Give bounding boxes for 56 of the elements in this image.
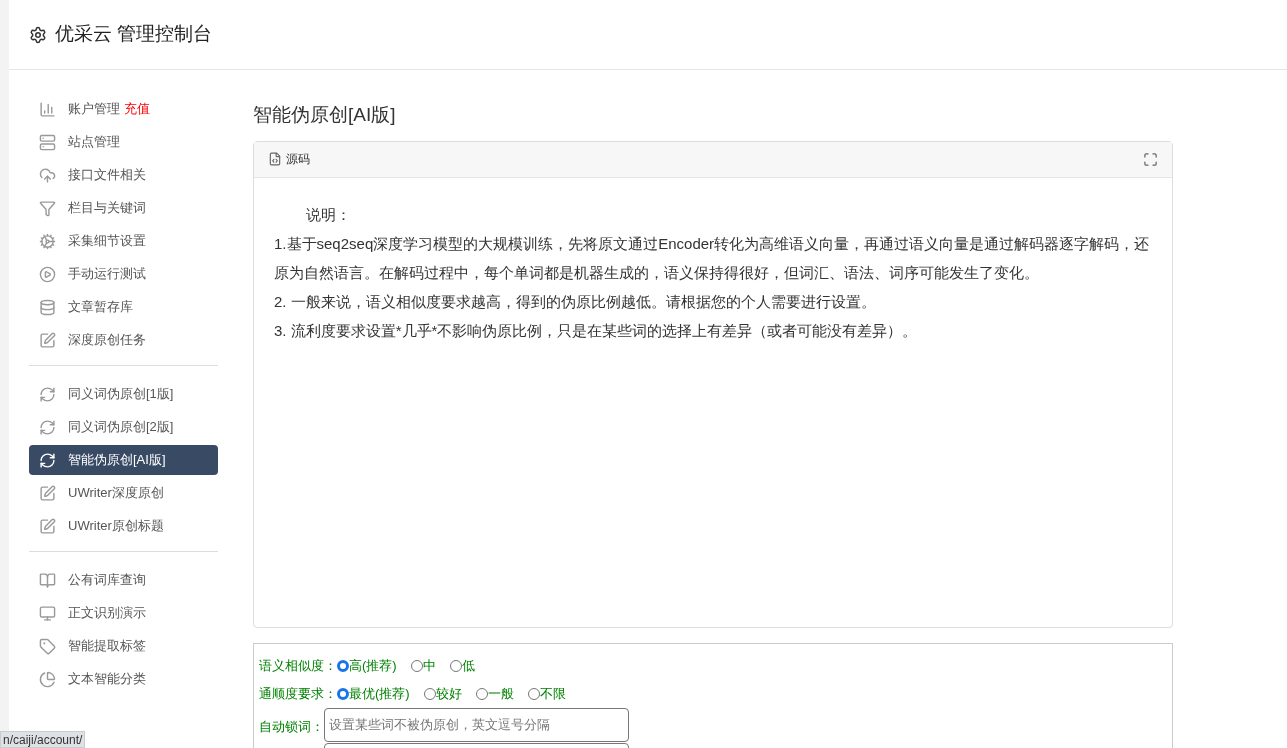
radio-option[interactable]: 较好 — [423, 683, 462, 704]
source-button[interactable]: 源码 — [268, 150, 310, 168]
radio-option[interactable]: 不限 — [527, 683, 566, 704]
sidebar-item[interactable]: 账户管理 充值 — [29, 94, 218, 124]
sidebar-item[interactable]: 采集细节设置 — [29, 226, 218, 256]
sidebar-item[interactable]: 智能提取标签 — [29, 631, 218, 661]
description-text: 说明： — [305, 204, 352, 225]
radio-option[interactable]: 中 — [410, 655, 436, 676]
database-icon — [39, 298, 56, 316]
sidebar-item[interactable]: 同义词伪原创[2版] — [29, 412, 218, 442]
sidebar-item[interactable]: 文本智能分类 — [29, 664, 218, 694]
radio-option[interactable]: 高(推荐) — [337, 655, 397, 676]
radio-option[interactable]: 最优(推荐) — [337, 683, 410, 704]
description-text: 3. 流利度要求设置*几乎*不影响伪原比例，只是在某些词的选择上有差异（或者可能没有差异）。 — [274, 320, 919, 341]
sidebar-item[interactable]: 深度原创任务 — [29, 325, 218, 355]
sidebar-item[interactable]: UWriter原创标题 — [29, 511, 218, 541]
code-file-icon — [268, 152, 282, 166]
refresh-icon — [39, 385, 56, 403]
refresh-icon — [39, 418, 56, 436]
description-text: 1.基于seq2seq深度学习模型的大规模训练，先将原文通过Encoder转化为高维语义向量，再通过语义向量是通过解码器逐字解码，还原为自然语言。在解码过程中，每个单词都是机器生成的，语义保持得很好，但词汇、语法、词序可能发生了变化。 — [274, 233, 1151, 283]
field-label: 通顺度要求： — [259, 684, 337, 703]
field-label: 自动锁词： — [259, 717, 324, 736]
bar-chart-icon — [39, 100, 56, 118]
settings-icon — [29, 25, 47, 44]
sidebar-item[interactable]: 栏目与关键词 — [29, 193, 218, 223]
description-text: 2. 一般来说，语义相似度要求越高，得到的伪原比例越低。请根据您的个人需要进行设置。 — [274, 291, 877, 312]
input-field[interactable]: 设置某些词不被伪原创，英文逗号分隔 — [324, 707, 629, 742]
field-label: 语义相似度： — [259, 656, 337, 675]
monitor-icon — [39, 604, 56, 622]
filter-icon — [39, 199, 56, 217]
sidebar-item[interactable]: UWriter深度原创 — [29, 478, 218, 508]
play-icon — [39, 265, 56, 283]
edit-icon — [39, 484, 56, 502]
radio-option[interactable]: 一般 — [475, 683, 514, 704]
fullscreen-icon[interactable] — [1143, 151, 1158, 167]
tag-icon — [39, 637, 56, 655]
app-title: 优采云 管理控制台 — [55, 22, 213, 47]
cloud-upload-icon — [39, 166, 56, 184]
edit-icon — [39, 517, 56, 535]
sidebar-item[interactable]: 公有词库查询 — [29, 565, 218, 595]
sidebar-item[interactable]: 同义词伪原创[1版] — [29, 379, 218, 409]
sidebar-item[interactable]: 智能伪原创[AI版] — [29, 445, 218, 475]
refresh-icon — [39, 451, 56, 469]
book-icon — [39, 571, 56, 589]
status-url: n/caiji/account/ — [0, 731, 86, 748]
sidebar-item[interactable]: 站点管理 — [29, 127, 218, 157]
pie-chart-icon — [39, 670, 56, 688]
sidebar-item[interactable]: 接口文件相关 — [29, 160, 218, 190]
sidebar-item[interactable]: 文章暂存库 — [29, 292, 218, 322]
server-icon — [39, 133, 56, 151]
page-title: 智能伪原创[AI版] — [253, 103, 397, 127]
gears-icon — [39, 232, 56, 250]
edit-icon — [39, 331, 56, 349]
sidebar-item[interactable]: 正文识别演示 — [29, 598, 218, 628]
radio-option[interactable]: 低 — [449, 655, 475, 676]
sidebar-item[interactable]: 手动运行测试 — [29, 259, 218, 289]
